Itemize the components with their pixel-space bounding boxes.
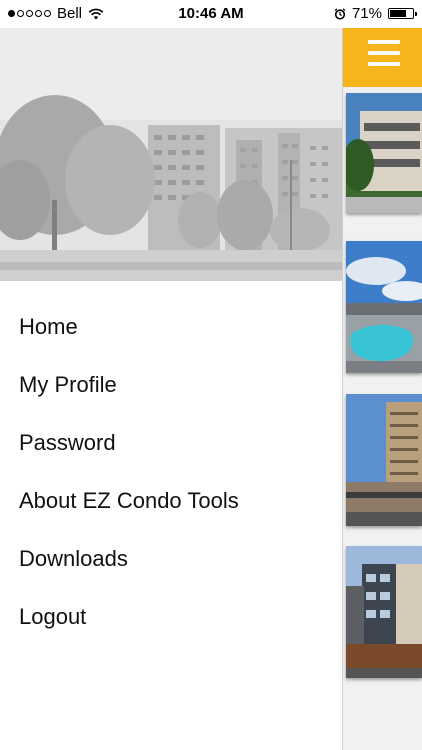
condo-buildings-photo bbox=[0, 0, 342, 281]
property-card[interactable] bbox=[346, 93, 422, 213]
menu-item-about[interactable]: About EZ Condo Tools bbox=[19, 472, 332, 530]
high-rise-photo bbox=[346, 394, 422, 526]
property-card[interactable] bbox=[346, 241, 422, 373]
hamburger-icon[interactable] bbox=[368, 40, 400, 66]
menu-item-my-profile[interactable]: My Profile bbox=[19, 356, 332, 414]
property-card[interactable] bbox=[346, 546, 422, 678]
menu-item-downloads[interactable]: Downloads bbox=[19, 530, 332, 588]
status-right: 71% bbox=[334, 5, 417, 22]
property-card[interactable] bbox=[346, 394, 422, 526]
modern-building-photo bbox=[346, 546, 422, 678]
battery-percent: 71% bbox=[351, 5, 382, 22]
menu-item-logout[interactable]: Logout bbox=[19, 588, 332, 646]
status-bar: Bell 10:46 AM 71% bbox=[0, 0, 422, 28]
drawer-menu: Home My Profile Password About EZ Condo … bbox=[19, 298, 332, 646]
alarm-icon bbox=[334, 7, 346, 20]
pool-photo bbox=[346, 241, 422, 373]
navigation-drawer: Home My Profile Password About EZ Condo … bbox=[0, 0, 343, 750]
main-content bbox=[342, 0, 422, 750]
battery-icon bbox=[388, 8, 417, 19]
battery-level bbox=[390, 10, 406, 17]
condo-building-photo bbox=[346, 93, 422, 213]
menu-item-home[interactable]: Home bbox=[19, 298, 332, 356]
menu-item-password[interactable]: Password bbox=[19, 414, 332, 472]
